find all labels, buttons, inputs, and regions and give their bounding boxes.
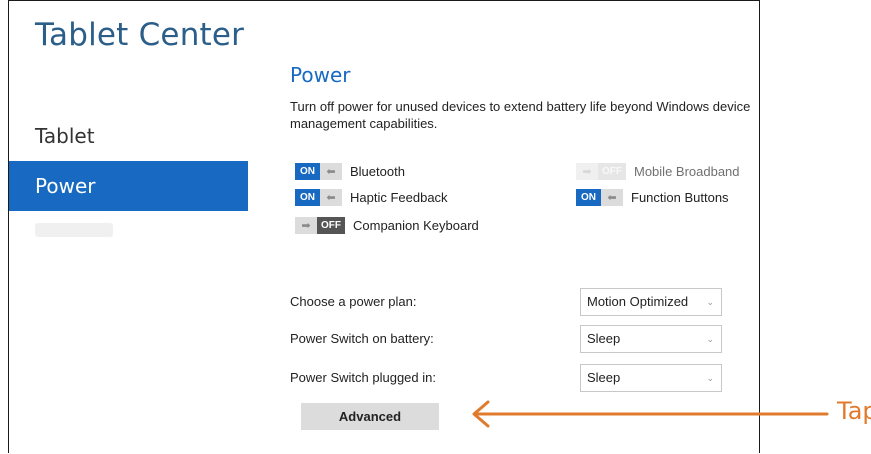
- app-window: Tablet Center Tablet Power Power Turn of…: [8, 0, 760, 454]
- haptic-feedback-toggle[interactable]: ON ⬅: [295, 188, 342, 206]
- function-buttons-label: Function Buttons: [631, 189, 729, 205]
- switch-plugged-label: Power Switch plugged in:: [290, 370, 436, 385]
- chevron-down-icon: ⌄: [706, 373, 714, 383]
- companion-keyboard-setting: ➡ OFF Companion Keyboard: [295, 215, 479, 235]
- sidebar: Tablet Center Tablet Power: [9, 1, 248, 454]
- switch-battery-value: Sleep: [587, 331, 621, 346]
- arrow-left-icon: ⬅: [320, 188, 342, 206]
- advanced-button[interactable]: Advanced: [301, 403, 439, 430]
- companion-keyboard-label: Companion Keyboard: [353, 217, 479, 233]
- sidebar-item-tablet[interactable]: Tablet: [9, 111, 248, 161]
- arrow-left-icon: ⬅: [320, 162, 342, 180]
- toggle-state: OFF: [317, 216, 345, 234]
- chevron-down-icon: ⌄: [706, 297, 714, 307]
- bluetooth-label: Bluetooth: [350, 163, 405, 179]
- app-title: Tablet Center: [35, 17, 245, 53]
- chevron-down-icon: ⌄: [706, 334, 714, 344]
- switch-battery-label: Power Switch on battery:: [290, 331, 434, 346]
- sidebar-item-power[interactable]: Power: [9, 161, 248, 211]
- switch-plugged-select[interactable]: Sleep ⌄: [580, 364, 722, 392]
- annotation-label: Tap: [837, 397, 871, 425]
- arrow-left-icon: ⬅: [601, 188, 623, 206]
- page-title: Power: [290, 63, 351, 87]
- arrow-right-icon: ➡: [576, 162, 598, 180]
- section-description: Turn off power for unused devices to ext…: [290, 99, 751, 131]
- function-buttons-toggle[interactable]: ON ⬅: [576, 188, 623, 206]
- toggle-state: ON: [576, 188, 601, 206]
- annotation-arrow-icon: [472, 400, 829, 428]
- function-buttons-setting: ON ⬅ Function Buttons: [576, 187, 729, 207]
- power-plan-label: Choose a power plan:: [290, 294, 417, 309]
- companion-keyboard-toggle[interactable]: ➡ OFF: [295, 216, 345, 234]
- bluetooth-setting: ON ⬅ Bluetooth: [295, 161, 405, 181]
- haptic-feedback-label: Haptic Feedback: [350, 189, 448, 205]
- power-plan-value: Motion Optimized: [587, 294, 689, 309]
- haptic-feedback-setting: ON ⬅ Haptic Feedback: [295, 187, 448, 207]
- arrow-right-icon: ➡: [295, 216, 317, 234]
- sidebar-item-faded: [35, 223, 113, 237]
- toggle-state: OFF: [598, 162, 626, 180]
- switch-plugged-value: Sleep: [587, 370, 621, 385]
- toggle-state: ON: [295, 162, 320, 180]
- mobile-broadband-setting: ➡ OFF Mobile Broadband: [576, 161, 740, 181]
- mobile-broadband-label: Mobile Broadband: [634, 163, 740, 179]
- power-plan-select[interactable]: Motion Optimized ⌄: [580, 288, 722, 316]
- bluetooth-toggle[interactable]: ON ⬅: [295, 162, 342, 180]
- switch-battery-select[interactable]: Sleep ⌄: [580, 325, 722, 353]
- mobile-broadband-toggle: ➡ OFF: [576, 162, 626, 180]
- toggle-state: ON: [295, 188, 320, 206]
